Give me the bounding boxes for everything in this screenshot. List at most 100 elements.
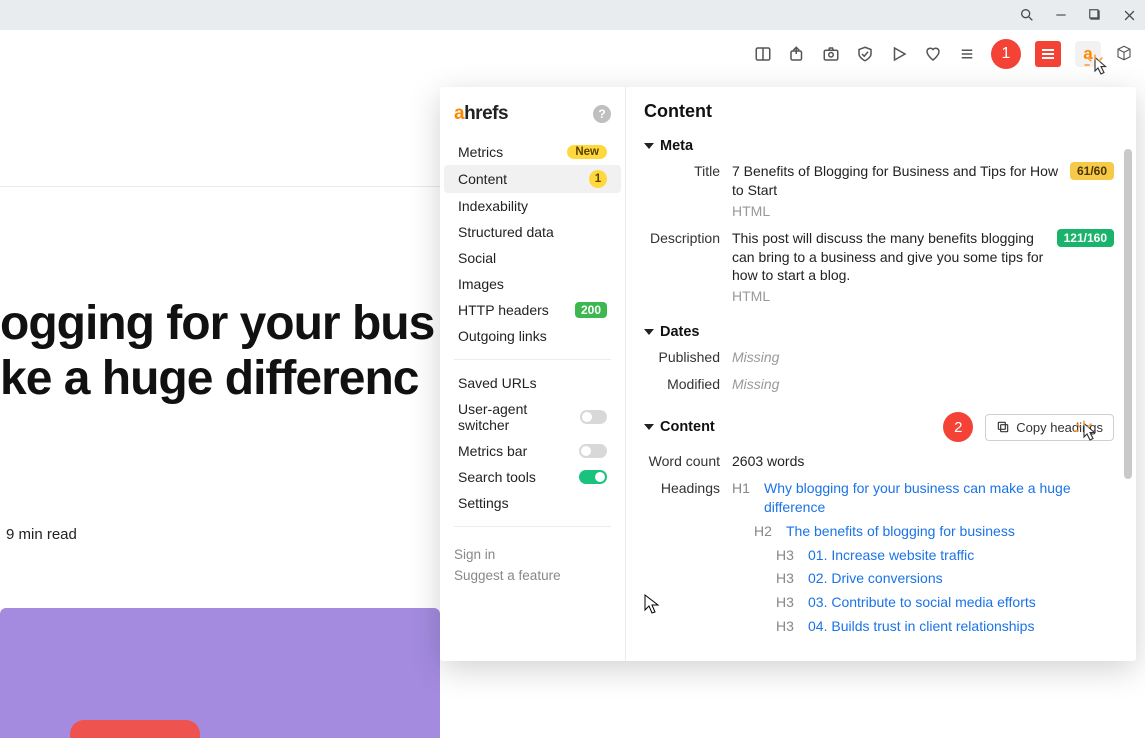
callout-1: 1 — [991, 39, 1021, 69]
callout-2: 2 — [943, 412, 973, 442]
toggle-search-tools[interactable] — [579, 470, 607, 484]
list-icon[interactable] — [957, 44, 977, 64]
camera-icon[interactable] — [821, 44, 841, 64]
headings-list: H1Why blogging for your business can mak… — [732, 479, 1114, 641]
play-icon[interactable] — [889, 44, 909, 64]
sidebar-item-label: Search tools — [458, 469, 536, 485]
panel-main: Content Meta Title 7 Benefits of Bloggin… — [626, 87, 1136, 661]
sidebar-item-label: HTTP headers — [458, 302, 549, 318]
heading-level: H3 — [776, 617, 800, 636]
sidebar-item-http-headers[interactable]: HTTP headers 200 — [444, 297, 621, 323]
sidepanel-icon[interactable] — [753, 44, 773, 64]
sidebar-item-indexability[interactable]: Indexability — [444, 193, 621, 219]
sidebar-item-search-tools[interactable]: Search tools — [444, 464, 621, 490]
sidebar-nav: Metrics New Content 1 Indexability Struc… — [440, 139, 625, 593]
date-published-value: Missing — [732, 349, 779, 365]
meta-desc-badge: 121/160 — [1057, 229, 1114, 247]
heading-text: 04. Builds trust in client relationships — [808, 617, 1034, 636]
maximize-icon[interactable] — [1087, 7, 1103, 23]
sidebar-item-label: Indexability — [458, 198, 528, 214]
wordcount-value: 2603 words — [732, 452, 1114, 471]
toggle-metrics-bar[interactable] — [579, 444, 607, 458]
sidebar-item-saved-urls[interactable]: Saved URLs — [444, 370, 621, 396]
page-readtime: 9 min read — [6, 526, 77, 543]
divider — [454, 359, 611, 360]
heading-row[interactable]: H3 04. Builds trust in client relationshi… — [732, 617, 1114, 636]
copy-icon — [996, 420, 1010, 434]
date-modified-key: Modified — [644, 375, 732, 392]
heading-level: H3 — [776, 569, 800, 588]
heading-text: The benefits of blogging for business — [786, 522, 1015, 541]
section-label: Content — [660, 419, 715, 435]
section-label: Meta — [660, 138, 693, 154]
badge-http-status: 200 — [575, 302, 607, 318]
divider — [454, 526, 611, 527]
sidebar-item-label: Metrics — [458, 144, 503, 160]
sidebar-item-structured-data[interactable]: Structured data — [444, 219, 621, 245]
sidebar-item-metrics[interactable]: Metrics New — [444, 139, 621, 165]
sidebar-item-label: User-agent switcher — [458, 401, 580, 433]
meta-desc-key: Description — [644, 229, 732, 246]
heading-row[interactable]: H2 The benefits of blogging for business — [732, 522, 1114, 541]
ahrefs-logo: ahrefs — [454, 103, 508, 125]
heading-level: H2 — [754, 522, 778, 541]
share-icon[interactable] — [787, 44, 807, 64]
meta-desc-value: This post will discuss the many benefits… — [732, 229, 1047, 307]
heading-row[interactable]: H301. Increase website traffic — [732, 546, 1114, 565]
window-titlebar — [0, 0, 1145, 30]
heart-icon[interactable] — [923, 44, 943, 64]
sidebar-item-label: Images — [458, 276, 504, 292]
section-meta: Meta Title 7 Benefits of Blogging for Bu… — [644, 138, 1114, 306]
heading-text: 02. Drive conversions — [808, 569, 943, 588]
extension-cube-icon[interactable] — [1115, 44, 1135, 64]
sidebar-item-label: Structured data — [458, 224, 554, 240]
section-dates-header[interactable]: Dates — [644, 324, 1114, 340]
wordcount-key: Word count — [644, 452, 732, 469]
sidebar-item-social[interactable]: Social — [444, 245, 621, 271]
section-label: Dates — [660, 324, 700, 340]
sidebar-item-label: Content — [458, 171, 507, 187]
close-icon[interactable] — [1121, 7, 1137, 23]
section-content-header[interactable]: Content — [644, 419, 715, 435]
ahrefs-panel: ahrefs ? Metrics New Content 1 Indexabil… — [440, 87, 1136, 661]
section-meta-header[interactable]: Meta — [644, 138, 1114, 154]
sidebar-item-label: Metrics bar — [458, 443, 527, 459]
heading-row[interactable]: H1Why blogging for your business can mak… — [732, 479, 1114, 517]
heading-row[interactable]: H303. Contribute to social media efforts — [732, 593, 1114, 612]
page-hero: ogging for your bus ke a huge differenc — [0, 296, 440, 406]
extension-red-icon[interactable] — [1035, 41, 1061, 67]
browser-toolbar: 1 a — [0, 30, 1145, 78]
panel-sidebar: ahrefs ? Metrics New Content 1 Indexabil… — [440, 87, 626, 661]
page-hero-line1: ogging for your bus — [0, 296, 440, 351]
copy-headings-button[interactable]: Copy headings — [985, 414, 1114, 441]
heading-text: 01. Increase website traffic — [808, 546, 974, 565]
chevron-down-icon — [644, 329, 654, 335]
sidebar-item-images[interactable]: Images — [444, 271, 621, 297]
scrollbar[interactable] — [1124, 149, 1132, 479]
shield-icon[interactable] — [855, 44, 875, 64]
divider — [0, 186, 440, 187]
sidebar-item-label: Outgoing links — [458, 328, 547, 344]
heading-text: 03. Contribute to social media efforts — [808, 593, 1036, 612]
minimize-icon[interactable] — [1053, 7, 1069, 23]
toggle-ua-switcher[interactable] — [580, 410, 607, 424]
sidebar-item-content[interactable]: Content 1 — [444, 165, 621, 193]
badge-count: 1 — [589, 170, 607, 188]
sidebar-item-ua-switcher[interactable]: User-agent switcher — [444, 396, 621, 438]
extension-ahrefs-icon[interactable]: a — [1075, 41, 1101, 67]
date-modified-value: Missing — [732, 376, 779, 392]
help-icon[interactable]: ? — [593, 105, 611, 123]
meta-title-badge: 61/60 — [1070, 162, 1114, 180]
headings-key: Headings — [644, 479, 732, 496]
sidebar-item-metrics-bar[interactable]: Metrics bar — [444, 438, 621, 464]
sidebar-suggest-link[interactable]: Suggest a feature — [454, 568, 611, 583]
heading-row[interactable]: H3 02. Drive conversions — [732, 569, 1114, 588]
sidebar-signin-link[interactable]: Sign in — [454, 547, 611, 562]
meta-title-value: 7 Benefits of Blogging for Business and … — [732, 162, 1060, 221]
section-content: Content 2 Copy headings — [644, 412, 1114, 641]
chevron-down-icon — [644, 424, 654, 430]
sidebar-item-outgoing-links[interactable]: Outgoing links — [444, 323, 621, 349]
sidebar-item-settings[interactable]: Settings — [444, 490, 621, 516]
search-icon[interactable] — [1019, 7, 1035, 23]
copy-headings-label: Copy headings — [1016, 420, 1103, 435]
